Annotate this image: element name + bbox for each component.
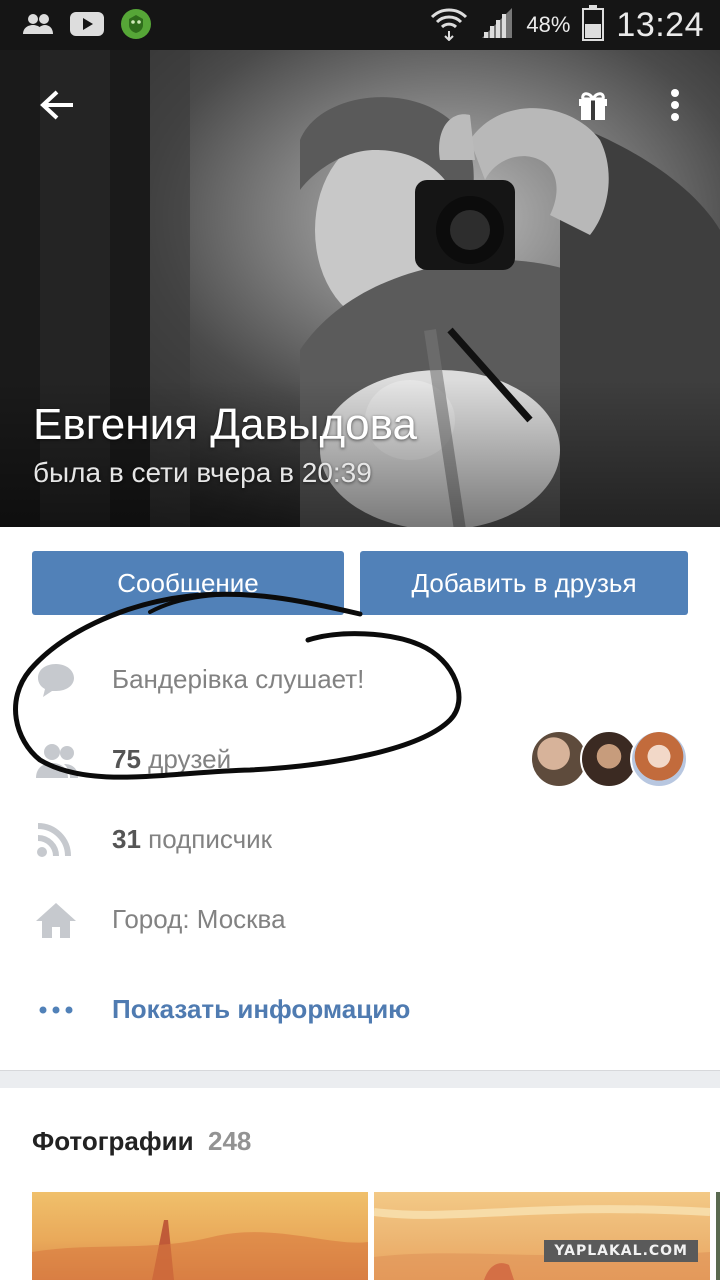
status-bar: 48% 13:24 — [0, 0, 720, 50]
followers-text: 31 подписчик — [112, 824, 272, 855]
city-row: Город: Москва — [0, 890, 720, 950]
city-text: Город: Москва — [112, 904, 286, 934]
back-arrow-icon — [39, 89, 75, 126]
signal-icon — [480, 6, 514, 45]
show-info-link[interactable]: Показать информацию — [112, 994, 410, 1025]
friends-label: друзей — [148, 744, 232, 774]
section-divider — [0, 1070, 720, 1088]
clock: 13:24 — [616, 5, 704, 44]
photos-title[interactable]: Фотографии — [32, 1126, 194, 1157]
group-icon — [22, 10, 54, 43]
notification-icons — [22, 8, 152, 45]
status-text: Бандерівка слушает! — [112, 664, 365, 694]
followers-count: 31 — [112, 824, 141, 854]
friends-icon — [34, 740, 78, 780]
more-button[interactable] — [650, 80, 700, 134]
home-icon — [34, 900, 78, 940]
battery-percent: 48% — [526, 12, 571, 37]
followers-label: подписчик — [148, 824, 273, 854]
system-status: 48% 13:24 — [430, 0, 704, 50]
profile-name: Евгения Давыдова — [33, 400, 417, 449]
rss-icon — [34, 820, 78, 860]
last-seen-status: была в сети вчера в 20:39 — [33, 457, 372, 488]
photo-thumbnail[interactable] — [716, 1192, 720, 1280]
show-info-row[interactable]: Показать информацию — [0, 980, 720, 1040]
youtube-icon — [70, 11, 104, 42]
friends-row[interactable]: 75 друзей — [0, 730, 720, 790]
more-horizontal-icon — [34, 990, 78, 1030]
avatar — [630, 730, 688, 788]
profile-header: Евгения Давыдова была в сети вчера в 20:… — [0, 50, 720, 527]
gift-icon — [577, 89, 609, 126]
message-button[interactable]: Сообщение — [32, 551, 344, 615]
photos-count: 248 — [208, 1126, 252, 1156]
back-button[interactable] — [30, 80, 84, 134]
friends-text: 75 друзей — [112, 744, 231, 775]
followers-row[interactable]: 31 подписчик — [0, 810, 720, 870]
speech-bubble-icon — [34, 660, 78, 700]
status-row: Бандерівка слушает! — [0, 650, 720, 710]
battery-icon — [582, 4, 605, 46]
friends-avatars[interactable] — [530, 730, 688, 788]
photo-thumbnail[interactable] — [32, 1192, 368, 1280]
wifi-icon — [430, 5, 468, 46]
watermark: YAPLAKAL.COM — [544, 1240, 698, 1262]
photo-thumbnail[interactable] — [373, 1192, 711, 1280]
gift-button[interactable] — [568, 80, 618, 134]
shield-icon — [120, 8, 152, 45]
add-friend-button[interactable]: Добавить в друзья — [360, 551, 688, 615]
friends-count: 75 — [112, 744, 141, 774]
more-vertical-icon — [670, 88, 680, 127]
